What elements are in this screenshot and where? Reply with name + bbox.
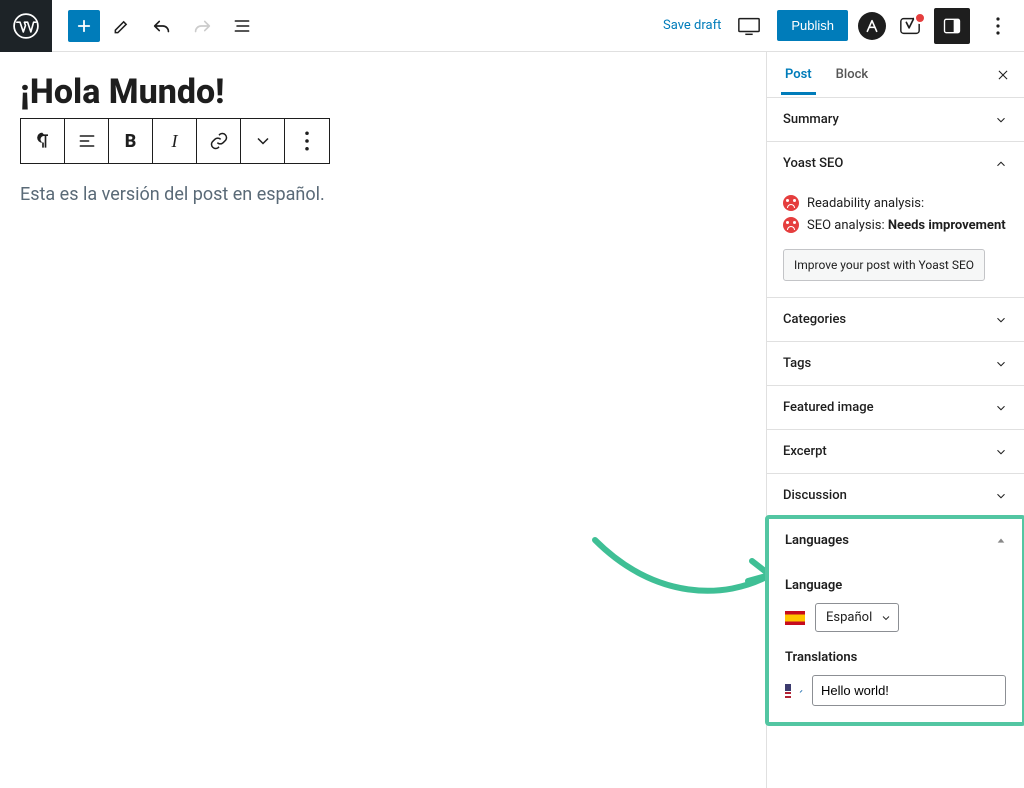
undo-button[interactable] — [144, 8, 180, 44]
panel-discussion[interactable]: Discussion — [767, 474, 1024, 517]
block-options-button[interactable] — [285, 119, 329, 163]
redo-button[interactable] — [184, 8, 220, 44]
panel-discussion-label: Discussion — [783, 488, 847, 503]
panel-featured-label: Featured image — [783, 400, 874, 415]
panel-summary-label: Summary — [783, 112, 839, 127]
language-select-value: Español — [826, 610, 872, 625]
plugin-a-button[interactable] — [858, 12, 886, 40]
chevron-down-icon — [880, 612, 892, 624]
list-icon — [232, 16, 252, 36]
chevron-down-icon — [994, 401, 1008, 415]
chevron-down-icon — [994, 113, 1008, 127]
kebab-icon — [996, 17, 1000, 35]
paragraph-block[interactable]: Esta es la versión del post en español. — [20, 184, 746, 205]
notification-dot-icon — [914, 12, 926, 24]
yoast-plugin-button[interactable] — [896, 12, 924, 40]
options-button[interactable] — [980, 8, 1016, 44]
document-overview-button[interactable] — [224, 8, 260, 44]
close-sidebar-button[interactable] — [988, 60, 1018, 90]
align-button[interactable] — [65, 119, 109, 163]
panel-excerpt-label: Excerpt — [783, 444, 827, 459]
panel-categories-label: Categories — [783, 312, 846, 327]
chevron-down-icon — [994, 357, 1008, 371]
preview-button[interactable] — [731, 8, 767, 44]
link-icon — [209, 131, 229, 151]
pencil-icon[interactable] — [799, 683, 804, 699]
translations-label: Translations — [785, 650, 1006, 665]
flag-spain-icon — [785, 611, 805, 625]
plus-icon — [75, 17, 93, 35]
bold-icon: B — [125, 131, 137, 152]
block-type-button[interactable] — [21, 119, 65, 163]
language-select[interactable]: Español — [815, 603, 899, 632]
a-icon — [864, 18, 880, 34]
panel-categories[interactable]: Categories — [767, 298, 1024, 342]
sad-face-icon — [783, 217, 799, 233]
panel-yoast-body: Readability analysis: SEO analysis: Need… — [767, 185, 1024, 298]
language-label: Language — [785, 578, 1006, 593]
link-button[interactable] — [197, 119, 241, 163]
panel-yoast[interactable]: Yoast SEO — [767, 142, 1024, 185]
editor-top-toolbar: Save draft Publish — [0, 0, 1024, 52]
desktop-icon — [737, 16, 761, 36]
panel-languages[interactable]: Languages — [769, 519, 1022, 562]
kebab-icon — [297, 131, 317, 151]
pencil-icon — [112, 16, 132, 36]
panel-languages-highlight: Languages Language Español Translations — [765, 515, 1024, 726]
chevron-down-icon — [994, 313, 1008, 327]
publish-button[interactable]: Publish — [777, 10, 848, 41]
paragraph-icon — [33, 131, 53, 151]
panel-excerpt[interactable]: Excerpt — [767, 430, 1024, 474]
panel-tags[interactable]: Tags — [767, 342, 1024, 386]
add-block-button[interactable] — [68, 10, 100, 42]
panel-yoast-label: Yoast SEO — [783, 156, 843, 171]
panel-tags-label: Tags — [783, 356, 811, 371]
sidebar-tabs: Post Block — [767, 52, 1024, 98]
more-rich-text-button[interactable] — [241, 119, 285, 163]
align-left-icon — [77, 131, 97, 151]
block-toolbar: B I — [20, 118, 330, 164]
chevron-down-icon — [253, 131, 273, 151]
wordpress-icon — [13, 13, 39, 39]
triangle-up-icon — [996, 536, 1006, 546]
redo-icon — [191, 15, 213, 37]
panel-languages-label: Languages — [785, 533, 849, 548]
undo-icon — [151, 15, 173, 37]
panel-summary[interactable]: Summary — [767, 98, 1024, 142]
panel-featured-image[interactable]: Featured image — [767, 386, 1024, 430]
settings-sidebar-toggle[interactable] — [934, 8, 970, 44]
readability-label: Readability analysis: — [807, 196, 924, 211]
chevron-down-icon — [994, 445, 1008, 459]
chevron-up-icon — [994, 157, 1008, 171]
settings-sidebar: Post Block Summary Yoast SEO Readability… — [766, 52, 1024, 788]
chevron-down-icon — [994, 489, 1008, 503]
tools-button[interactable] — [104, 8, 140, 44]
sidebar-icon — [942, 16, 962, 36]
panel-languages-body: Language Español Translations — [769, 562, 1022, 722]
post-title[interactable]: ¡Hola Mundo! — [20, 72, 746, 112]
flag-usa-icon — [785, 684, 791, 698]
improve-yoast-button[interactable]: Improve your post with Yoast SEO — [783, 249, 985, 281]
sad-face-icon — [783, 195, 799, 211]
save-draft-button[interactable]: Save draft — [663, 18, 721, 33]
editor-canvas[interactable]: ¡Hola Mundo! B I Esta es la versión del … — [0, 52, 766, 788]
close-icon — [996, 68, 1010, 82]
tab-block[interactable]: Block — [824, 55, 880, 94]
bold-button[interactable]: B — [109, 119, 153, 163]
wordpress-logo[interactable] — [0, 0, 52, 52]
translation-input[interactable] — [812, 675, 1006, 706]
tab-post[interactable]: Post — [773, 55, 824, 94]
seo-label: SEO analysis: Needs improvement — [807, 218, 1006, 233]
italic-button[interactable]: I — [153, 119, 197, 163]
italic-icon: I — [172, 131, 178, 152]
